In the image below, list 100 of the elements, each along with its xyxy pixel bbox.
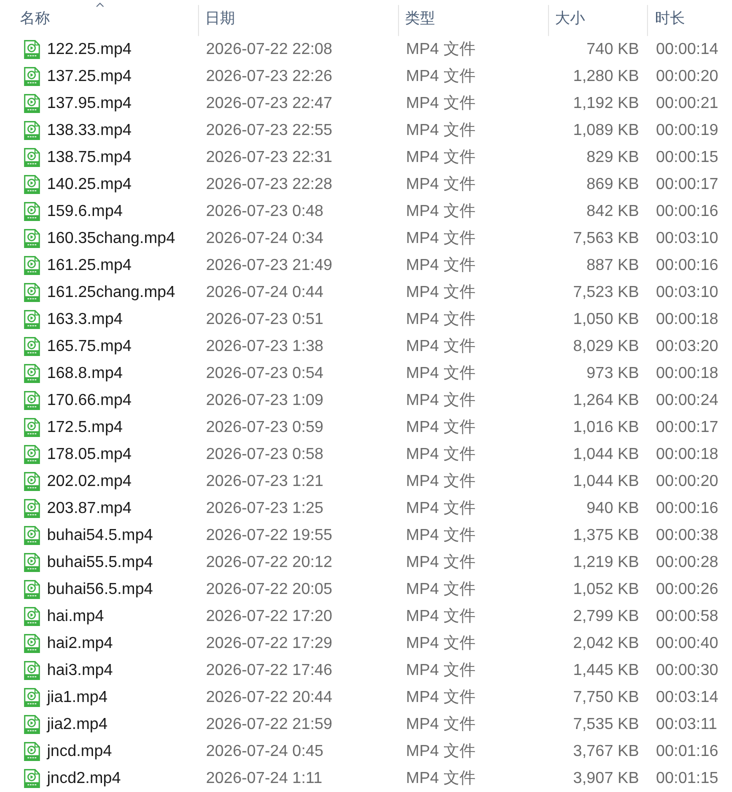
video-file-icon — [24, 580, 40, 599]
file-name[interactable]: 170.66.mp4 — [47, 390, 132, 410]
duration: 00:00:18 — [656, 310, 718, 328]
file-type: MP4 文件 — [406, 202, 476, 220]
duration: 00:00:21 — [656, 94, 718, 112]
duration: 00:03:14 — [656, 688, 718, 706]
column-header[interactable]: 名称 — [0, 0, 198, 36]
file-name[interactable]: 137.95.mp4 — [47, 94, 132, 114]
file-name[interactable]: hai.mp4 — [47, 606, 104, 626]
file-name[interactable]: jia1.mp4 — [47, 688, 108, 708]
duration: 00:01:16 — [656, 742, 718, 760]
file-size: 3,767 KB — [573, 742, 639, 760]
file-type: MP4 文件 — [406, 284, 476, 300]
file-name[interactable]: 168.8.mp4 — [47, 364, 123, 384]
modified-date: 2026-07-23 22:31 — [206, 148, 332, 166]
video-file-icon — [24, 148, 40, 167]
modified-date: 2026-07-24 0:34 — [206, 230, 324, 246]
file-size: 887 KB — [586, 256, 639, 274]
file-name[interactable]: 203.87.mp4 — [47, 498, 132, 518]
file-type: MP4 文件 — [406, 176, 476, 192]
video-file-icon — [24, 256, 40, 275]
file-name[interactable]: hai2.mp4 — [47, 634, 113, 654]
file-name[interactable]: buhai55.5.mp4 — [47, 552, 153, 572]
file-name[interactable]: 138.75.mp4 — [47, 148, 132, 168]
file-name[interactable]: 163.3.mp4 — [47, 310, 123, 330]
column-header[interactable]: 日期 — [199, 0, 398, 36]
file-name[interactable]: buhai54.5.mp4 — [47, 526, 153, 546]
file-type: MP4 文件 — [406, 742, 476, 760]
file-type: MP4 文件 — [406, 554, 476, 570]
file-name[interactable]: 137.25.mp4 — [47, 66, 132, 86]
video-file-icon — [24, 283, 40, 302]
file-name[interactable]: jia2.mp4 — [47, 714, 108, 734]
video-file-icon — [24, 175, 40, 194]
duration: 00:00:20 — [656, 68, 718, 84]
duration: 00:00:38 — [656, 526, 718, 544]
file-type: MP4 文件 — [406, 634, 476, 652]
column-header[interactable]: 时长 — [648, 0, 732, 36]
file-name[interactable]: 160.35chang.mp4 — [47, 228, 176, 248]
file-size: 1,192 KB — [573, 94, 639, 112]
file-type: MP4 文件 — [406, 688, 476, 706]
duration: 00:03:20 — [656, 338, 718, 354]
file-name[interactable]: 122.25.mp4 — [47, 40, 132, 60]
file-size: 7,563 KB — [573, 230, 639, 246]
modified-date: 2026-07-24 0:44 — [206, 284, 324, 300]
file-type: MP4 文件 — [406, 446, 476, 462]
file-name[interactable]: 140.25.mp4 — [47, 174, 132, 194]
duration: 00:00:16 — [656, 202, 718, 220]
duration: 00:01:15 — [656, 770, 718, 786]
file-type: MP4 文件 — [406, 580, 476, 598]
video-file-icon — [24, 202, 40, 221]
file-size: 869 KB — [586, 176, 639, 192]
file-name[interactable]: jncd2.mp4 — [47, 768, 121, 788]
duration: 00:03:10 — [656, 284, 718, 300]
duration: 00:00:58 — [656, 608, 718, 624]
file-name[interactable]: 138.33.mp4 — [47, 120, 132, 140]
duration: 00:00:15 — [656, 148, 718, 166]
duration: 00:00:30 — [656, 662, 718, 678]
column-header[interactable]: 大小 — [549, 0, 647, 36]
file-size: 3,907 KB — [573, 770, 639, 786]
video-file-icon — [24, 445, 40, 464]
file-type: MP4 文件 — [406, 338, 476, 354]
duration: 00:00:18 — [656, 364, 718, 382]
file-name[interactable]: jncd.mp4 — [47, 742, 112, 762]
file-type: MP4 文件 — [406, 662, 476, 678]
video-file-icon — [24, 364, 40, 383]
file-name[interactable]: 159.6.mp4 — [47, 202, 123, 222]
file-type: MP4 文件 — [406, 500, 476, 516]
modified-date: 2026-07-23 1:38 — [206, 338, 324, 354]
duration: 00:00:17 — [656, 176, 718, 192]
file-name[interactable]: hai3.mp4 — [47, 660, 113, 680]
file-size: 1,050 KB — [573, 310, 639, 328]
duration: 00:03:10 — [656, 230, 718, 246]
file-size: 2,042 KB — [573, 634, 639, 652]
file-name[interactable]: 178.05.mp4 — [47, 444, 132, 464]
file-size: 1,280 KB — [573, 68, 639, 84]
duration: 00:00:40 — [656, 634, 718, 652]
file-size: 1,264 KB — [573, 392, 639, 408]
file-name[interactable]: buhai56.5.mp4 — [47, 580, 153, 600]
modified-date: 2026-07-22 17:20 — [206, 608, 332, 624]
modified-date: 2026-07-22 21:59 — [206, 716, 332, 732]
duration: 00:03:11 — [656, 716, 718, 732]
video-file-icon — [24, 715, 40, 734]
file-size: 940 KB — [586, 500, 639, 516]
file-name[interactable]: 161.25chang.mp4 — [47, 282, 176, 302]
file-name[interactable]: 161.25.mp4 — [47, 256, 132, 276]
file-name[interactable]: 172.5.mp4 — [47, 418, 123, 438]
modified-date: 2026-07-23 22:26 — [206, 68, 332, 84]
duration: 00:00:16 — [656, 256, 718, 274]
file-type: MP4 文件 — [406, 472, 476, 490]
video-file-icon — [24, 526, 40, 545]
file-size: 740 KB — [586, 40, 639, 58]
file-name[interactable]: 202.02.mp4 — [47, 472, 132, 492]
column-header[interactable]: 类型 — [399, 0, 548, 36]
modified-date: 2026-07-22 17:46 — [206, 662, 332, 678]
duration: 00:00:14 — [656, 40, 718, 58]
modified-date: 2026-07-23 1:21 — [206, 472, 324, 490]
file-type: MP4 文件 — [406, 94, 476, 112]
file-name[interactable]: 165.75.mp4 — [47, 336, 132, 356]
duration: 00:00:16 — [656, 500, 718, 516]
video-file-icon — [24, 67, 40, 86]
